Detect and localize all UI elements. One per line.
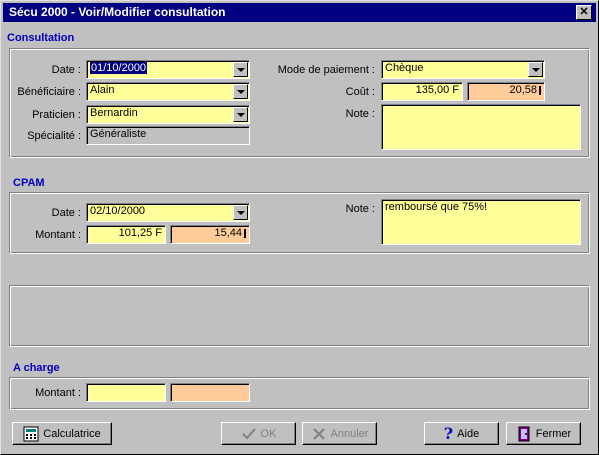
cpam-section-title: CPAM [13,177,45,189]
ok-button[interactable]: OK [221,422,296,445]
text-cursor [539,85,541,95]
paiement-value[interactable]: Chèque [381,60,545,79]
cpam-note-label: Note : [345,203,375,215]
text-cursor [244,228,246,238]
aide-label: Aide [457,427,480,440]
aide-button[interactable]: ? Aide [424,422,499,445]
a-charge-section-title: A charge [13,362,60,374]
cout-label: Coût : [345,86,375,98]
fermer-button[interactable]: Fermer [506,422,581,445]
chevron-down-icon[interactable] [233,205,248,220]
cpam-montant-label: Montant : [35,229,81,241]
a-charge-montant-label: Montant : [35,387,81,399]
specialite-label: Spécialité : [27,130,81,142]
cout-euros-field[interactable]: 20,58 [467,82,545,101]
chevron-down-icon[interactable] [233,107,248,122]
consultation-date-value[interactable]: 01/10/2000 [90,62,148,74]
door-exit-icon [518,426,530,441]
cpam-montant-francs-field[interactable]: 101,25 F [86,225,166,244]
calculatrice-label: Calculatrice [43,427,101,440]
close-button[interactable]: ✕ [576,5,592,20]
beneficiaire-combo[interactable]: Alain [86,82,250,101]
annuler-label: Annuler [330,427,369,440]
consultation-section-title: Consultation [7,32,75,44]
a-charge-montant-euros-field[interactable] [170,383,250,402]
a-charge-montant-francs-field[interactable] [86,383,166,402]
beneficiaire-label: Bénéficiaire : [17,86,81,98]
praticien-combo[interactable]: Bernardin [86,105,250,124]
cancel-x-icon [312,427,325,440]
praticien-label: Praticien : [32,109,81,121]
consultation-date-combo[interactable]: 01/10/2000 [86,60,250,79]
cout-euros-value: 20,58 [509,84,537,96]
chevron-down-icon[interactable] [233,62,248,77]
praticien-value[interactable]: Bernardin [86,105,250,124]
cpam-date-label: Date : [51,207,81,219]
paiement-combo[interactable]: Chèque [381,60,545,79]
chevron-down-icon[interactable] [233,84,248,99]
cpam-date-value[interactable]: 02/10/2000 [86,203,250,222]
calculatrice-button[interactable]: Calculatrice [12,422,112,445]
consultation-date-label: Date : [51,64,81,76]
chevron-down-icon[interactable] [528,62,543,77]
help-question-icon: ? [443,424,454,443]
cout-francs-field[interactable]: 135,00 F [381,82,463,101]
annuler-button[interactable]: Annuler [302,422,377,445]
cpam-note-field[interactable]: remboursé que 75%! [381,199,581,245]
cpam-date-combo[interactable]: 02/10/2000 [86,203,250,222]
empty-panel [9,285,590,347]
consultation-note-field[interactable] [381,104,581,150]
title-bar[interactable]: Sécu 2000 - Voir/Modifier consultation ✕ [3,3,596,22]
cpam-montant-euros-value: 15,44 [214,227,242,239]
window-title: Sécu 2000 - Voir/Modifier consultation [9,5,226,19]
specialite-field: Généraliste [86,126,250,145]
consultation-note-label: Note : [345,108,375,120]
calculator-icon [23,426,39,441]
ok-label: OK [260,427,277,440]
checkmark-icon [241,427,256,439]
paiement-label: Mode de paiement : [277,64,375,76]
fermer-label: Fermer [535,427,572,440]
dialog-window: Sécu 2000 - Voir/Modifier consultation ✕… [0,0,599,455]
beneficiaire-value[interactable]: Alain [86,82,250,101]
cpam-montant-euros-field[interactable]: 15,44 [170,225,250,244]
